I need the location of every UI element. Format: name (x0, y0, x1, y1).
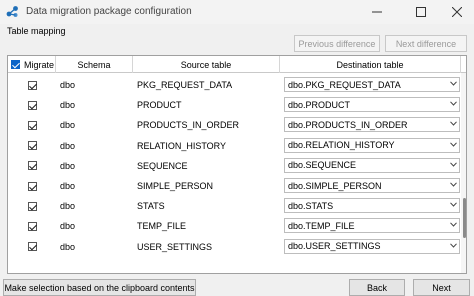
chevron-down-icon[interactable] (449, 141, 457, 150)
schema-cell: dbo (60, 181, 76, 191)
source-table-cell: TEMP_FILE (137, 221, 187, 232)
source-table-cell: PRODUCT (137, 100, 182, 111)
table-mapping-grid: Migrate Schema Source table Destination … (7, 55, 467, 274)
migrate-checkbox[interactable] (27, 161, 37, 171)
migrate-cell[interactable] (8, 95, 56, 115)
migrate-checkbox[interactable] (27, 221, 37, 231)
schema-cell: dbo (60, 120, 76, 131)
destination-table-dropdown[interactable]: dbo.USER_SETTINGS (284, 238, 460, 254)
chevron-down-icon[interactable] (449, 100, 457, 109)
schema-cell: dbo (60, 221, 76, 232)
select-all-checkbox[interactable] (11, 60, 20, 69)
window-title: Data migration package configuration (26, 6, 192, 17)
table-row[interactable]: dbo STATS dbo.STATS (8, 196, 461, 216)
source-table-cell: SEQUENCE (137, 160, 188, 171)
destination-table-value: dbo.USER_SETTINGS (288, 241, 381, 252)
migrate-checkbox[interactable] (27, 141, 37, 151)
app-logo-icon (6, 5, 19, 18)
migrate-checkbox[interactable] (27, 201, 37, 211)
table-row[interactable]: dbo PKG_REQUEST_DATA dbo.PKG_REQUEST_DATA (8, 75, 461, 95)
source-table-cell: PKG_REQUEST_DATA (137, 80, 233, 90)
migrate-cell[interactable] (8, 216, 56, 236)
header-source-table[interactable]: Source table (133, 56, 280, 73)
table-row[interactable]: dbo SIMPLE_PERSON dbo.SIMPLE_PERSON (8, 176, 461, 196)
vertical-scrollbar[interactable] (461, 73, 466, 273)
table-row[interactable]: dbo SEQUENCE dbo.SEQUENCE (8, 156, 461, 176)
migrate-cell[interactable] (8, 136, 56, 156)
chevron-down-icon[interactable] (449, 161, 457, 170)
schema-cell: dbo (60, 201, 76, 212)
source-table-cell: RELATION_HISTORY (137, 140, 227, 151)
migrate-cell[interactable] (8, 176, 56, 196)
grid-header: Migrate Schema Source table Destination … (8, 56, 466, 73)
schema-cell: dbo (60, 160, 76, 171)
chevron-down-icon[interactable] (449, 120, 457, 129)
clipboard-selection-button[interactable]: Make selection based on the clipboard co… (3, 279, 196, 296)
migrate-checkbox[interactable] (27, 120, 37, 130)
source-table-cell: STATS (137, 201, 165, 212)
maximize-icon[interactable] (404, 0, 438, 24)
source-table-cell: USER_SETTINGS (137, 241, 213, 252)
destination-table-dropdown[interactable]: dbo.RELATION_HISTORY (284, 137, 460, 153)
destination-table-dropdown[interactable]: dbo.STATS (284, 198, 460, 214)
title-bar: Data migration package configuration (0, 0, 474, 24)
back-button[interactable]: Back (349, 279, 405, 296)
destination-table-dropdown[interactable]: dbo.TEMP_FILE (284, 218, 460, 234)
destination-table-dropdown[interactable]: dbo.PRODUCTS_IN_ORDER (284, 117, 460, 133)
table-row[interactable]: dbo PRODUCT dbo.PRODUCT (8, 95, 461, 115)
destination-table-value: dbo.PRODUCTS_IN_ORDER (288, 119, 408, 130)
chevron-down-icon[interactable] (449, 242, 457, 251)
destination-table-value: dbo.SIMPLE_PERSON (288, 180, 382, 191)
destination-table-dropdown[interactable]: dbo.PKG_REQUEST_DATA (284, 77, 460, 92)
migrate-checkbox[interactable] (27, 80, 37, 90)
migrate-cell[interactable] (8, 115, 56, 135)
close-icon[interactable] (440, 0, 474, 24)
destination-table-value: dbo.PKG_REQUEST_DATA (288, 79, 401, 90)
destination-table-dropdown[interactable]: dbo.SEQUENCE (284, 157, 460, 173)
destination-table-value: dbo.PRODUCT (288, 99, 351, 110)
destination-table-value: dbo.STATS (288, 200, 334, 211)
next-button[interactable]: Next (413, 279, 470, 296)
header-destination-table[interactable]: Destination table (280, 56, 461, 73)
destination-table-value: dbo.SEQUENCE (288, 160, 357, 171)
migrate-cell[interactable] (8, 75, 56, 95)
minimize-icon[interactable] (360, 0, 394, 24)
migrate-checkbox[interactable] (27, 181, 37, 191)
schema-cell: dbo (60, 241, 76, 252)
scrollbar-thumb[interactable] (463, 198, 466, 238)
destination-table-value: dbo.RELATION_HISTORY (288, 140, 395, 151)
migrate-checkbox[interactable] (27, 100, 37, 110)
table-mapping-label: Table mapping (7, 26, 66, 36)
destination-table-value: dbo.TEMP_FILE (288, 220, 355, 231)
table-row[interactable]: dbo PRODUCTS_IN_ORDER dbo.PRODUCTS_IN_ORDE… (8, 115, 461, 135)
migrate-cell[interactable] (8, 156, 56, 176)
next-difference-button[interactable]: Next difference (385, 35, 467, 52)
migrate-checkbox[interactable] (27, 242, 37, 252)
table-row[interactable]: dbo RELATION_HISTORY dbo.RELATION_HISTORY (8, 136, 461, 156)
header-migrate-label: Migrate (24, 59, 55, 70)
schema-cell: dbo (60, 140, 76, 151)
destination-table-dropdown[interactable]: dbo.PRODUCT (284, 97, 460, 113)
chevron-down-icon[interactable] (449, 221, 457, 230)
source-table-cell: SIMPLE_PERSON (137, 181, 214, 191)
chevron-down-icon[interactable] (449, 201, 457, 210)
chevron-down-icon[interactable] (449, 80, 457, 89)
source-table-cell: PRODUCTS_IN_ORDER (137, 120, 240, 131)
header-migrate[interactable]: Migrate (8, 56, 56, 73)
header-schema[interactable]: Schema (56, 56, 133, 73)
schema-cell: dbo (60, 100, 76, 111)
previous-difference-button[interactable]: Previous difference (294, 35, 380, 52)
table-row[interactable]: dbo TEMP_FILE dbo.TEMP_FILE (8, 216, 461, 236)
destination-table-dropdown[interactable]: dbo.SIMPLE_PERSON (284, 178, 460, 193)
table-row[interactable]: dbo USER_SETTINGS dbo.USER_SETTINGS (8, 237, 461, 257)
migrate-cell[interactable] (8, 237, 56, 257)
chevron-down-icon[interactable] (449, 181, 457, 190)
schema-cell: dbo (60, 80, 76, 90)
migrate-cell[interactable] (8, 196, 56, 216)
